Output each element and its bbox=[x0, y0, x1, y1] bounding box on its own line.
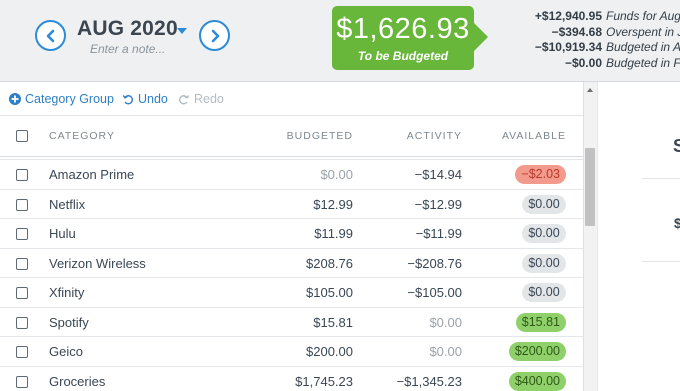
column-header-available[interactable]: AVAILABLE bbox=[502, 130, 566, 142]
inspector-divider bbox=[642, 178, 680, 179]
budgeted-amount[interactable]: $12.99 bbox=[313, 197, 353, 212]
budgeted-amount[interactable]: $208.76 bbox=[306, 256, 353, 271]
month-note-input[interactable]: Enter a note... bbox=[90, 42, 165, 56]
scrollbar-thumb[interactable] bbox=[585, 148, 595, 226]
breakdown-row-funds: +$12,940.95 Funds for Aug bbox=[498, 9, 680, 25]
available-badge[interactable]: $0.00 bbox=[522, 224, 566, 243]
chevron-left-icon bbox=[46, 29, 54, 42]
chevron-right-icon bbox=[211, 29, 219, 42]
breakdown-amount: +$12,940.95 bbox=[534, 9, 602, 23]
category-name[interactable]: Hulu bbox=[49, 226, 76, 241]
available-badge[interactable]: $400.00 bbox=[508, 371, 566, 391]
table-row[interactable]: Hulu $11.99 −$11.99 $0.00 bbox=[0, 219, 583, 249]
undo-label: Undo bbox=[138, 92, 168, 106]
available-badge[interactable]: $0.00 bbox=[522, 283, 566, 302]
budgeted-amount[interactable]: $200.00 bbox=[306, 344, 353, 359]
available-badge[interactable]: $200.00 bbox=[508, 342, 566, 361]
row-checkbox[interactable] bbox=[16, 346, 28, 358]
table-row[interactable]: Amazon Prime $0.00 −$14.94 −$2.03 bbox=[0, 160, 583, 190]
month-title[interactable]: AUG 2020 bbox=[77, 17, 178, 41]
activity-amount[interactable]: −$11.99 bbox=[416, 226, 462, 241]
column-header-budgeted[interactable]: BUDGETED bbox=[287, 130, 353, 142]
breakdown-amount: −$0.00 bbox=[564, 55, 602, 70]
activity-amount[interactable]: −$208.76 bbox=[407, 256, 462, 271]
to-be-budgeted-box[interactable]: $1,626.93 To be Budgeted bbox=[332, 6, 474, 70]
plus-circle-icon bbox=[9, 93, 21, 105]
available-badge[interactable]: $0.00 bbox=[522, 253, 566, 273]
activity-amount[interactable]: $0.00 bbox=[429, 315, 462, 330]
activity-amount[interactable]: −$14.94 bbox=[415, 167, 462, 182]
budgeted-amount[interactable]: $11.99 bbox=[314, 226, 353, 241]
activity-amount[interactable]: $0.00 bbox=[429, 344, 462, 359]
row-checkbox[interactable] bbox=[16, 287, 28, 299]
inspector-value-fragment: $ bbox=[674, 215, 680, 231]
available-badge[interactable]: −$2.03 bbox=[515, 165, 566, 184]
undo-icon bbox=[122, 93, 134, 105]
row-checkbox[interactable] bbox=[16, 375, 28, 388]
category-name[interactable]: Netflix bbox=[49, 197, 85, 212]
add-category-group-label: Category Group bbox=[25, 92, 114, 106]
inspector-pane: S $ bbox=[597, 82, 680, 391]
budgeted-amount[interactable]: $105.00 bbox=[306, 285, 353, 300]
budget-table: CATEGORY BUDGETED ACTIVITY AVAILABLE Ama… bbox=[0, 117, 583, 391]
budget-toolbar: Category Group Undo Redo bbox=[0, 82, 583, 116]
available-badge[interactable]: $15.81 bbox=[515, 312, 566, 332]
available-badge[interactable]: $0.00 bbox=[522, 194, 566, 214]
category-name[interactable]: Groceries bbox=[49, 374, 105, 389]
table-row[interactable]: Spotify $15.81 $0.00 $15.81 bbox=[0, 308, 583, 337]
table-header: CATEGORY BUDGETED ACTIVITY AVAILABLE bbox=[0, 117, 583, 157]
breakdown-label: Budgeted in Future bbox=[606, 55, 680, 70]
breakdown-row-budgeted: −$10,919.34 Budgeted in Aug bbox=[498, 40, 680, 56]
row-checkbox[interactable] bbox=[16, 169, 28, 181]
undo-button[interactable]: Undo bbox=[122, 92, 168, 106]
scroll-up-arrow-icon[interactable] bbox=[587, 88, 593, 92]
budget-breakdown: +$12,940.95 Funds for Aug −$394.68 Overspe… bbox=[498, 9, 680, 71]
to-be-budgeted-pointer bbox=[473, 22, 488, 52]
breakdown-amount: −$10,919.34 bbox=[534, 40, 602, 54]
category-name[interactable]: Xfinity bbox=[49, 285, 84, 300]
row-checkbox[interactable] bbox=[16, 228, 28, 240]
redo-label: Redo bbox=[194, 92, 224, 106]
select-all-checkbox[interactable] bbox=[16, 130, 28, 142]
budgeted-amount[interactable]: $15.81 bbox=[313, 315, 353, 330]
previous-month-button[interactable] bbox=[35, 20, 66, 51]
add-category-group-button[interactable]: Category Group bbox=[9, 92, 114, 106]
breakdown-label: Overspent in Jul bbox=[606, 24, 680, 39]
row-checkbox[interactable] bbox=[16, 257, 28, 270]
row-checkbox[interactable] bbox=[16, 198, 28, 211]
breakdown-row-overspent: −$394.68 Overspent in Jul bbox=[498, 25, 680, 41]
activity-amount[interactable]: −$105.00 bbox=[407, 285, 462, 300]
category-name[interactable]: Spotify bbox=[49, 315, 89, 330]
table-row[interactable]: Groceries $1,745.23 −$1,345.23 $400.00 bbox=[0, 367, 583, 391]
table-row[interactable]: Verizon Wireless $208.76 −$208.76 $0.00 bbox=[0, 249, 583, 278]
month-dropdown-icon[interactable] bbox=[177, 28, 187, 34]
category-list: Amazon Prime $0.00 −$14.94 −$2.03 Netflix $12… bbox=[0, 159, 583, 391]
inspector-heading-fragment: S bbox=[673, 136, 680, 156]
table-row[interactable]: Netflix $12.99 −$12.99 $0.00 bbox=[0, 190, 583, 219]
budget-header: AUG 2020 Enter a note... $1,626.93 To be… bbox=[0, 0, 680, 82]
row-checkbox[interactable] bbox=[16, 316, 28, 329]
redo-icon bbox=[178, 93, 190, 105]
to-be-budgeted-amount: $1,626.93 bbox=[336, 13, 470, 45]
activity-amount[interactable]: −$1,345.23 bbox=[397, 374, 462, 389]
breakdown-label: Budgeted in Aug bbox=[606, 40, 680, 54]
category-name[interactable]: Geico bbox=[49, 344, 83, 359]
column-header-category[interactable]: CATEGORY bbox=[49, 130, 115, 142]
scrollbar-track[interactable] bbox=[583, 82, 597, 391]
category-name[interactable]: Verizon Wireless bbox=[49, 256, 146, 271]
budgeted-amount[interactable]: $0.00 bbox=[320, 167, 353, 182]
category-name[interactable]: Amazon Prime bbox=[49, 167, 134, 182]
inspector-divider bbox=[642, 261, 680, 262]
activity-amount[interactable]: −$12.99 bbox=[415, 197, 462, 212]
table-row[interactable]: Geico $200.00 $0.00 $200.00 bbox=[0, 337, 583, 367]
next-month-button[interactable] bbox=[199, 20, 230, 51]
budgeted-amount[interactable]: $1,745.23 bbox=[295, 374, 353, 389]
redo-button[interactable]: Redo bbox=[178, 92, 224, 106]
breakdown-label: Funds for Aug bbox=[606, 9, 680, 23]
breakdown-row-future: −$0.00 Budgeted in Future bbox=[498, 56, 680, 72]
column-header-activity[interactable]: ACTIVITY bbox=[407, 130, 462, 142]
breakdown-amount: −$394.68 bbox=[551, 24, 602, 39]
table-row[interactable]: Xfinity $105.00 −$105.00 $0.00 bbox=[0, 278, 583, 308]
to-be-budgeted-label: To be Budgeted bbox=[357, 49, 449, 63]
